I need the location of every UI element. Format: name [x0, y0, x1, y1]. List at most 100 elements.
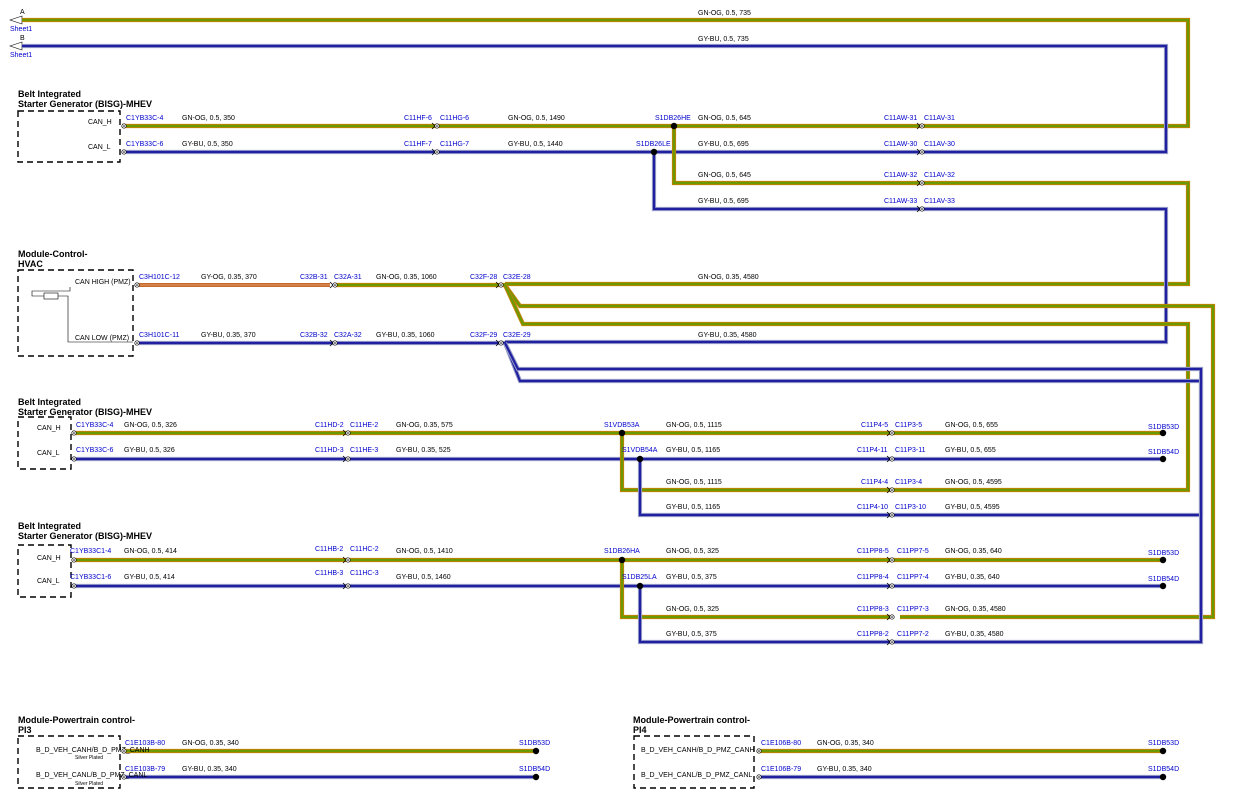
wire-r1-branch-h[interactable] [505, 126, 1191, 287]
pin-terminal-center [73, 559, 75, 561]
connector-label: C11P4-5 [861, 422, 888, 429]
pin-terminal-center [921, 151, 923, 153]
wire-offsheet-b[interactable] [22, 43, 1169, 155]
splice-dot[interactable] [636, 582, 644, 590]
splice-dot[interactable] [1159, 747, 1167, 755]
pin-terminal-center [73, 432, 75, 434]
splice-dot[interactable] [650, 148, 658, 156]
pin-terminal-center [891, 585, 893, 587]
connector-label: C32A-32 [334, 332, 362, 339]
splice-dot[interactable] [532, 773, 540, 781]
connector-label: C11HD-2 [315, 422, 344, 429]
offsheet-b-letter: B [20, 35, 25, 42]
splice-dot[interactable] [1159, 773, 1167, 781]
offsheet-a-letter: A [20, 9, 25, 16]
pin-terminal-center [921, 208, 923, 210]
pin-terminal-center [73, 458, 75, 460]
wire-r3-branch-h[interactable] [619, 433, 890, 493]
splice-dot[interactable] [636, 455, 644, 463]
module-bisg2-title-1: Belt Integrated [18, 397, 81, 407]
module-bisg1-title-2: Starter Generator (BISG)-MHEV [18, 99, 152, 109]
connector-label: C11HF-6 [404, 115, 432, 122]
splice-dot[interactable] [532, 747, 540, 755]
connector-label: C11PP8-3 [857, 606, 889, 613]
wire-label: GN-OG, 0.5, 645 [698, 115, 751, 122]
pin-terminal-center [921, 125, 923, 127]
module-hvac-title-2: HVAC [18, 259, 43, 269]
pin-terminal-center [73, 585, 75, 587]
pin-terminal-center [123, 750, 125, 752]
wire-label: GN-OG, 0.5, 350 [182, 115, 235, 122]
connector-label: C11P3-5 [895, 422, 922, 429]
pin-terminal-center [891, 489, 893, 491]
module-pcm4[interactable]: Module-Powertrain control- PI4 B_D_VEH_C… [633, 715, 755, 789]
connector-label: C11PP8-5 [857, 548, 889, 555]
module-pcm3-note-l: Silver Plated [75, 781, 103, 787]
module-bisg1-pin-h: CAN_H [88, 119, 112, 126]
splice-label: S1DB54D [1148, 449, 1179, 456]
pin-terminal-center [123, 125, 125, 127]
wire-label: GY-BU, 0.35, 1060 [376, 332, 435, 339]
wire-offsheet-a[interactable] [22, 17, 1191, 129]
connector-label: C32E-28 [503, 274, 531, 281]
module-hvac[interactable]: Module-Control- HVAC CAN HIGH (PMZ) CAN … [17, 249, 134, 357]
termination-resistor-icon [31, 287, 133, 343]
splice-dot[interactable] [1159, 429, 1167, 437]
module-hvac-pin-h: CAN HIGH (PMZ) [75, 279, 131, 286]
connector-label: C11AV-32 [924, 172, 955, 179]
module-pcm3[interactable]: Module-Powertrain control- PI3 B_D_VEH_C… [17, 715, 150, 789]
wire-r1-branch-l[interactable] [505, 152, 1169, 345]
splice-dot[interactable] [1159, 455, 1167, 463]
splice-dot[interactable] [618, 556, 626, 564]
wire-label: GN-OG, 0.35, 4580 [945, 606, 1006, 613]
module-pcm4-pin-h: B_D_VEH_CANH/B_D_PMZ_CANH [641, 747, 755, 754]
symbol-layer [71, 122, 1167, 781]
module-pcm3-pin-h: B_D_VEH_CANH/B_D_PMZ_CANH [36, 747, 150, 754]
wire-r4-branch-h[interactable] [619, 560, 890, 620]
module-bisg1-pin-l: CAN_L [88, 144, 111, 151]
splice-label: S1DB54D [519, 766, 550, 773]
connector-label: C11AW-33 [884, 198, 917, 205]
wire-label: GN-OG, 0.5, 1410 [396, 548, 453, 555]
pin-terminal-center [891, 514, 893, 516]
connector-label: C32B-32 [300, 332, 328, 339]
connector-label: C1YB33C-4 [126, 115, 163, 122]
connector-label: C11AV-30 [924, 141, 955, 148]
connector-label: C11HC-3 [350, 570, 379, 577]
module-bisg2-title-2: Starter Generator (BISG)-MHEV [18, 407, 152, 417]
splice-label: S1DB25LA [622, 574, 657, 581]
splice-label: S1DB54D [1148, 766, 1179, 773]
connector-label: C11P4-11 [857, 447, 888, 454]
pin-terminal-center [436, 151, 438, 153]
wire-label: GN-OG, 0.35, 340 [817, 740, 874, 747]
module-hvac-title-1: Module-Control- [18, 249, 87, 259]
wire-r2-branch-l2[interactable] [503, 342, 1204, 645]
splice-label: S1DB54D [1148, 576, 1179, 583]
wire-label: GN-OG, 0.35, 640 [945, 548, 1002, 555]
connector-label: C1YB33C1-4 [70, 548, 111, 555]
wire-label: GN-OG, 0.35, 340 [182, 740, 239, 747]
connector-label: C11P4-4 [861, 479, 888, 486]
module-pcm3-pin-l: B_D_VEH_CANL/B_D_PMZ_CANL [36, 772, 147, 779]
wire-label: GY-BU, 0.5, 375 [666, 574, 717, 581]
pin-terminal-center [758, 776, 760, 778]
pin-terminal-center [891, 616, 893, 618]
connector-label: C11PP7-5 [897, 548, 929, 555]
splice-dot[interactable] [1159, 582, 1167, 590]
connector-label: C1YB33C-4 [76, 422, 113, 429]
splice-dot[interactable] [1159, 556, 1167, 564]
wire-layer [22, 17, 1216, 780]
wire-label: GN-OG, 0.5, 325 [666, 606, 719, 613]
wire-label: GY-BU, 0.5, 1460 [396, 574, 451, 581]
module-bisg3-title-1: Belt Integrated [18, 521, 81, 531]
wire-label: GY-BU, 0.35, 4580 [945, 631, 1004, 638]
wire-label: GN-OG, 0.5, 1115 [666, 479, 722, 486]
pin-terminal-center [334, 342, 336, 344]
splice-label: S1VDB54A [622, 447, 658, 454]
splice-dot[interactable] [670, 122, 678, 130]
splice-dot[interactable] [618, 429, 626, 437]
wire-label: GN-OG, 0.5, 326 [124, 422, 177, 429]
pin-terminal-center [136, 284, 138, 286]
pin-terminal-center [758, 750, 760, 752]
wire-label: GY-BU, 0.5, 695 [698, 198, 749, 205]
